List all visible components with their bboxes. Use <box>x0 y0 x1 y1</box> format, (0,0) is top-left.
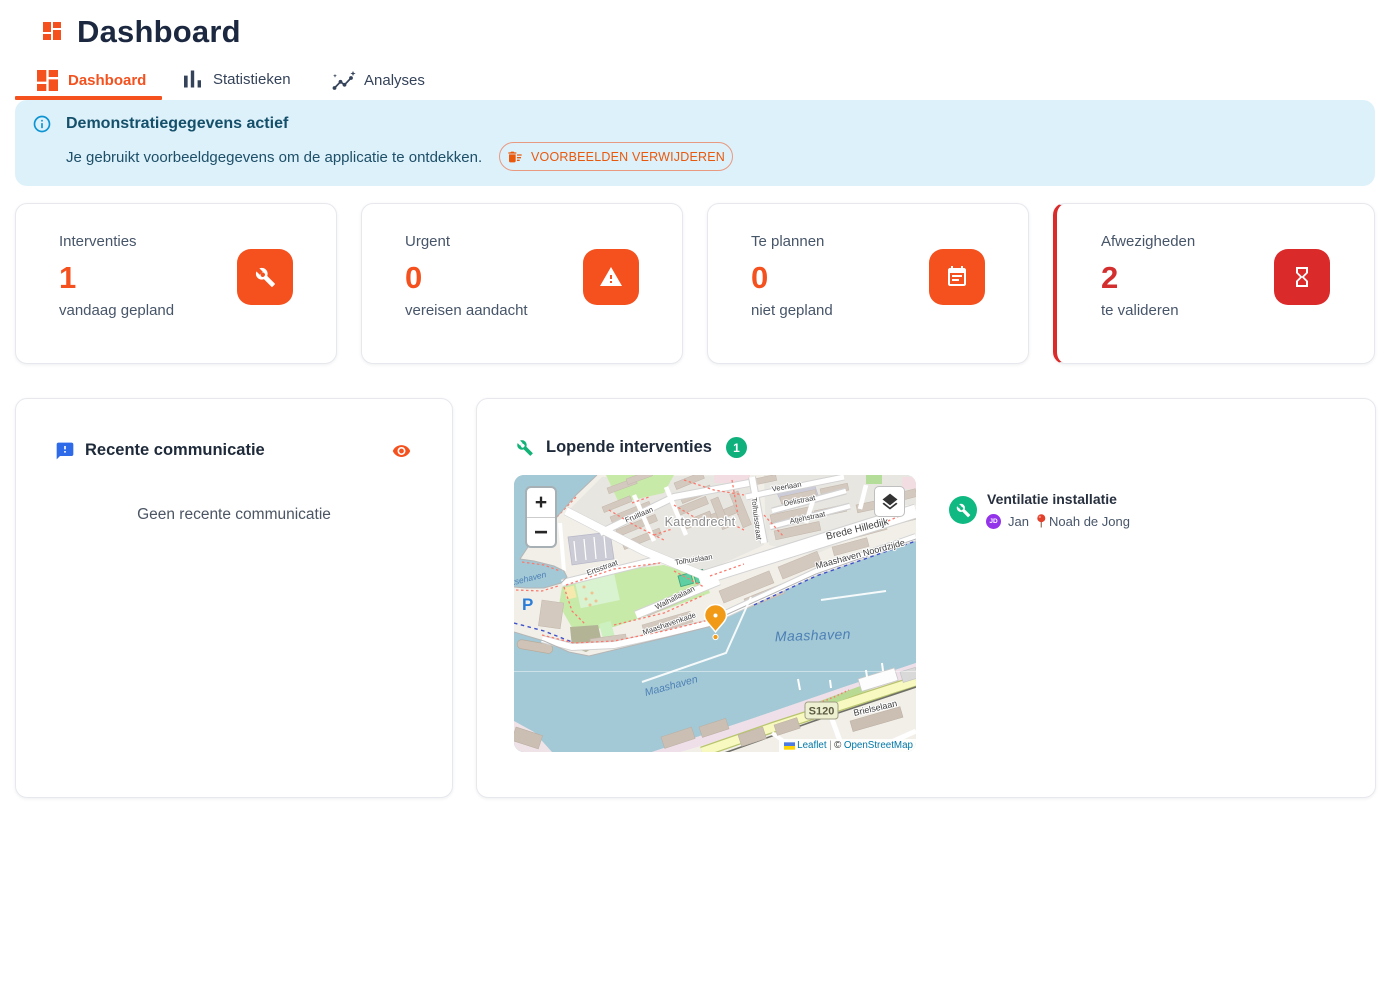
svg-text:Maashaven: Maashaven <box>775 626 851 645</box>
svg-text:Katendrecht: Katendrecht <box>665 515 736 529</box>
svg-text:S120: S120 <box>809 706 835 718</box>
svg-text:P: P <box>522 595 533 614</box>
